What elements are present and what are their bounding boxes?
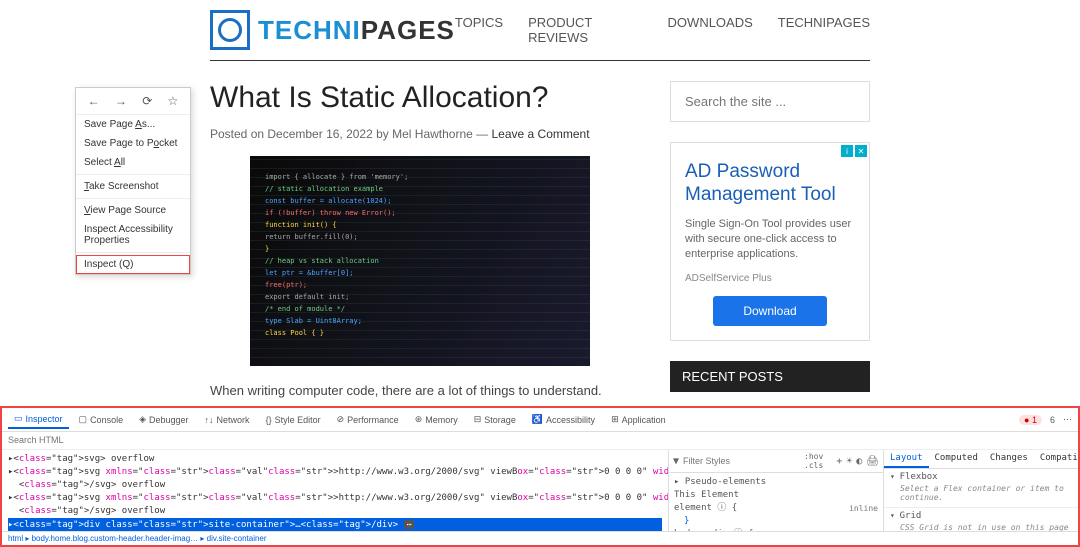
leave-comment-link[interactable]: Leave a Comment	[492, 127, 590, 141]
layout-tab[interactable]: Layout	[884, 450, 929, 468]
add-rule-icon[interactable]: +	[836, 456, 842, 467]
compatibility-tab[interactable]: Compatibility	[1034, 450, 1078, 468]
site-header: TECHNIPAGES TOPICS PRODUCT REVIEWS DOWNL…	[0, 0, 1080, 60]
ctx-item-save-page-as-[interactable]: Save Page As...	[76, 115, 190, 134]
html-tree-line[interactable]: <class="tag">/svg> overflow	[8, 479, 662, 492]
ctx-item-take-screenshot[interactable]: Take Screenshot	[76, 177, 190, 196]
html-search-input[interactable]	[8, 435, 1072, 445]
devtools-tab-style-editor[interactable]: {}Style Editor	[260, 412, 327, 428]
ad-title[interactable]: AD Password Management Tool	[685, 161, 855, 207]
nav-downloads[interactable]: DOWNLOADS	[668, 15, 753, 45]
article-meta: Posted on December 16, 2022 by Mel Hawth…	[210, 127, 630, 141]
contrast-icon[interactable]: ◐	[856, 456, 862, 467]
ad-box: i ✕ AD Password Management Tool Single S…	[670, 142, 870, 341]
devtools-layout-panel: Layout Computed Changes Compatibility Fl…	[883, 450, 1078, 531]
devtools-tab-inspector[interactable]: ▭Inspector	[8, 410, 69, 429]
ctx-item-select-all[interactable]: Select All	[76, 153, 190, 172]
recent-posts-header: RECENT POSTS	[670, 361, 870, 392]
ctx-reload-icon[interactable]: ⟳	[142, 94, 152, 108]
ctx-bookmark-icon[interactable]: ☆	[168, 94, 179, 108]
devtools-settings-icon[interactable]: ⋯	[1063, 414, 1072, 425]
article: What Is Static Allocation? Posted on Dec…	[210, 81, 630, 443]
devtools-tab-performance[interactable]: ⊘Performance	[331, 411, 405, 428]
error-count-badge[interactable]: ● 1	[1019, 415, 1042, 425]
main-nav: TOPICS PRODUCT REVIEWS DOWNLOADS TECHNIP…	[455, 15, 870, 45]
html-tree-line[interactable]: ▸<class="tag">svg xmlns="class="str">cla…	[8, 466, 662, 479]
devtools-tab-storage[interactable]: ⊟Storage	[468, 411, 522, 428]
devtools-tab-application[interactable]: ⊞Application	[605, 411, 672, 428]
html-tree-line[interactable]: ▸<class="tag">div class="class="str">sit…	[8, 518, 662, 531]
nav-technipages[interactable]: TECHNIPAGES	[778, 15, 870, 45]
nav-topics[interactable]: TOPICS	[455, 15, 503, 45]
ctx-item-inspect-q-[interactable]: Inspect (Q)	[76, 255, 190, 274]
devtools-breadcrumb[interactable]: html ▸ body.home.blog.custom-header.head…	[2, 531, 1078, 545]
devtools-tab-debugger[interactable]: ◈Debugger	[133, 411, 194, 428]
light-mode-icon[interactable]: ☀	[846, 456, 852, 467]
devtools-styles-panel: ▼ :hov .cls + ☀ ◐ 🖨 ▸ Pseudo-elementsThi…	[668, 450, 883, 531]
ctx-item-save-page-to-pocket[interactable]: Save Page to Pocket	[76, 134, 190, 153]
ad-brand: ADSelfService Plus	[685, 273, 855, 284]
changes-tab[interactable]: Changes	[984, 450, 1034, 468]
ctx-item-inspect-accessibility-properties[interactable]: Inspect Accessibility Properties	[76, 220, 190, 250]
funnel-icon: ▼	[673, 456, 679, 467]
filter-styles-input[interactable]	[683, 456, 800, 466]
html-tree-line[interactable]: ▸<class="tag">svg xmlns="class="str">cla…	[8, 492, 662, 505]
html-tree-line[interactable]: ▸<class="tag">svg> overflow	[8, 453, 662, 466]
ad-download-button[interactable]: Download	[713, 296, 826, 326]
devtools-tabs: ▭Inspector▢Console◈Debugger ↑↓Network{}St…	[2, 408, 1078, 432]
ad-description: Single Sign-On Tool provides user with s…	[685, 217, 855, 263]
devtools-tab-network[interactable]: ↑↓Network	[199, 412, 256, 428]
devtools-tab-accessibility[interactable]: ♿Accessibility	[526, 411, 601, 428]
ad-info-icon[interactable]: i	[841, 145, 853, 157]
flexbox-section[interactable]: Flexbox	[890, 472, 1072, 482]
ctx-item-view-page-source[interactable]: View Page Source	[76, 201, 190, 220]
devtools-html-search[interactable]	[2, 432, 1078, 450]
css-rule-selector[interactable]: element ⓘ {inline	[674, 502, 878, 515]
print-icon[interactable]: 🖨	[866, 456, 879, 467]
context-menu: ← → ⟳ ☆ Save Page As...Save Page to Pock…	[75, 87, 191, 275]
css-section-header[interactable]: ▸ Pseudo-elements	[674, 476, 878, 489]
hover-cls-toggle[interactable]: :hov .cls	[804, 452, 832, 470]
article-title: What Is Static Allocation?	[210, 81, 630, 115]
article-hero-image: import { allocate } from 'memory'; // st…	[250, 156, 590, 366]
devtools-panel: ▭Inspector▢Console◈Debugger ↑↓Network{}St…	[0, 406, 1080, 547]
devtools-tab-memory[interactable]: ⊛Memory	[409, 411, 464, 428]
ad-close-icon[interactable]: ✕	[855, 145, 867, 157]
ctx-back-icon[interactable]: ←	[88, 94, 100, 108]
logo-icon	[210, 10, 250, 50]
search-box[interactable]	[670, 81, 870, 122]
html-tree-line[interactable]: <class="tag">/svg> overflow	[8, 505, 662, 518]
search-input[interactable]	[685, 94, 855, 109]
sidebar: i ✕ AD Password Management Tool Single S…	[670, 81, 870, 443]
devtools-html-tree[interactable]: ▸<class="tag">svg> overflow▸<class="tag"…	[2, 450, 668, 531]
ctx-forward-icon[interactable]: →	[115, 94, 127, 108]
warning-count[interactable]: 6	[1050, 415, 1055, 425]
nav-reviews[interactable]: PRODUCT REVIEWS	[528, 15, 642, 45]
computed-tab[interactable]: Computed	[929, 450, 984, 468]
devtools-tab-console[interactable]: ▢Console	[73, 411, 130, 428]
css-property[interactable]: }	[674, 515, 878, 528]
css-section-header[interactable]: This Element	[674, 489, 878, 502]
logo-text: TECHNIPAGES	[258, 15, 455, 46]
grid-section[interactable]: Grid	[890, 511, 1072, 521]
site-logo[interactable]: TECHNIPAGES	[210, 10, 455, 50]
